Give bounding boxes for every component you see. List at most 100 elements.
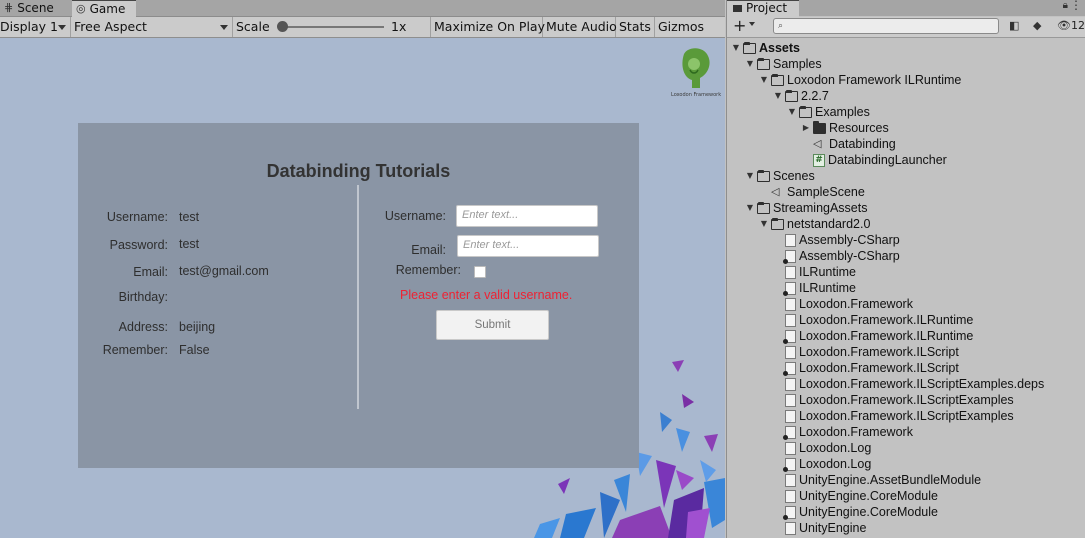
tree-item[interactable]: Loxodon.Framework.ILScriptExamples xyxy=(773,408,1014,424)
expand-arrow-icon[interactable]: ▼ xyxy=(731,40,741,56)
tree-item-label: Loxodon.Framework.ILScriptExamples xyxy=(799,409,1014,423)
tree-item[interactable]: Loxodon.Framework.ILRuntime xyxy=(773,328,973,344)
tree-item-label: UnityEngine.CoreModule xyxy=(799,505,938,519)
project-toolbar: + ⌕ ◧ ◆ 👁︎ 12 xyxy=(727,16,1085,38)
folder-open-icon xyxy=(757,169,770,182)
tree-item[interactable]: Loxodon.Framework.ILScriptExamples xyxy=(773,392,1014,408)
tree-item[interactable]: Loxodon.Framework xyxy=(773,296,913,312)
left-remember-label: Remember: xyxy=(102,343,168,357)
tree-item-label: Loxodon.Framework xyxy=(799,297,913,311)
tree-item[interactable]: ◁ SampleScene xyxy=(759,184,865,200)
tree-item[interactable]: Loxodon.Framework.ILRuntime xyxy=(773,312,973,328)
left-address-value: beijing xyxy=(179,320,216,334)
file-icon xyxy=(785,265,796,279)
validation-error: Please enter a valid username. xyxy=(400,288,573,302)
tree-item[interactable]: ▼ Examples xyxy=(787,104,870,120)
tree-item-label: StreamingAssets xyxy=(773,201,868,215)
binary-file-icon xyxy=(783,505,796,520)
tree-item[interactable]: UnityEngine.CoreModule xyxy=(773,504,938,520)
tree-item[interactable]: Loxodon.Log xyxy=(773,440,871,456)
form-remember-label: Remember: xyxy=(395,263,461,277)
tree-item[interactable]: ▼ StreamingAssets xyxy=(745,200,868,216)
file-icon xyxy=(785,233,796,247)
tree-item-label: Assembly-CSharp xyxy=(799,249,900,263)
tree-item[interactable]: ILRuntime xyxy=(773,280,856,296)
folder-open-icon xyxy=(771,73,784,86)
hidden-packages-icon[interactable]: 👁︎ xyxy=(1057,19,1071,32)
expand-arrow-icon[interactable]: ▼ xyxy=(745,200,755,216)
username-input[interactable]: Enter text... xyxy=(456,205,598,227)
tree-item-label: netstandard2.0 xyxy=(787,217,871,231)
tree-item[interactable]: ILRuntime xyxy=(773,264,856,280)
add-icon[interactable]: + xyxy=(733,16,746,35)
expand-arrow-icon[interactable]: ▼ xyxy=(745,168,755,184)
expand-arrow-icon[interactable]: ▼ xyxy=(787,104,797,120)
binary-file-icon xyxy=(783,361,796,376)
lock-icon[interactable]: 🔒︎ xyxy=(1063,0,1068,11)
tree-item[interactable]: Loxodon.Framework.ILScript xyxy=(773,360,959,376)
folder-open-icon xyxy=(757,201,770,214)
hidden-packages-count: 12 xyxy=(1071,19,1085,32)
tree-item[interactable]: Loxodon.Log xyxy=(773,456,871,472)
tree-item[interactable]: ◁ Databinding xyxy=(801,136,896,152)
filter-by-label-icon[interactable]: ◆ xyxy=(1033,19,1041,32)
file-icon xyxy=(785,521,796,535)
tree-item[interactable]: ▶ Resources xyxy=(801,120,889,136)
tab-project-label: Project xyxy=(746,1,788,15)
tree-item[interactable]: Loxodon.Framework xyxy=(773,424,913,440)
tree-item-label: Loxodon.Framework.ILScriptExamples xyxy=(799,393,1014,407)
project-search-input[interactable]: ⌕ xyxy=(773,18,999,34)
tree-item-label: Loxodon.Framework.ILRuntime xyxy=(799,313,974,327)
file-icon xyxy=(785,313,796,327)
left-password-value: test xyxy=(179,237,200,251)
panel-title: Databinding Tutorials xyxy=(266,161,451,181)
tree-item[interactable]: ▼ Assets xyxy=(731,40,800,56)
tree-item[interactable]: ▼ netstandard2.0 xyxy=(759,216,870,232)
tree-item-label: UnityEngine xyxy=(799,521,867,535)
chevron-down-icon[interactable] xyxy=(749,22,755,26)
tree-item[interactable]: Assembly-CSharp xyxy=(773,232,900,248)
left-email-value: test@gmail.com xyxy=(179,264,269,278)
tree-item[interactable]: UnityEngine.AssetBundleModule xyxy=(773,472,981,488)
folder-open-icon xyxy=(785,89,798,102)
tree-item-label: Examples xyxy=(815,105,870,119)
expand-arrow-icon[interactable]: ▼ xyxy=(773,88,783,104)
tree-item[interactable]: Loxodon.Framework.ILScript xyxy=(773,344,959,360)
expand-arrow-icon[interactable]: ▼ xyxy=(745,56,755,72)
more-options-icon[interactable]: ⋮ xyxy=(1070,0,1082,12)
tree-item-label: Resources xyxy=(829,121,889,135)
expand-arrow-icon[interactable]: ▼ xyxy=(759,216,769,232)
tree-item-label: Scenes xyxy=(773,169,815,183)
tree-item[interactable]: UnityEngine.CoreModule xyxy=(773,488,938,504)
binary-file-icon xyxy=(783,425,796,440)
left-username-label: Username: xyxy=(106,210,168,224)
tree-item[interactable]: ▼ 2.2.7 xyxy=(773,88,829,104)
tree-item[interactable]: ▼ Scenes xyxy=(745,168,815,184)
file-icon xyxy=(785,473,796,487)
binary-file-icon xyxy=(783,281,796,296)
left-remember-value: False xyxy=(179,343,210,357)
tree-item[interactable]: Loxodon.Framework.ILScriptExamples.deps xyxy=(773,376,1044,392)
tree-item-label: Loxodon.Framework.ILScriptExamples.deps xyxy=(799,377,1045,391)
tree-item[interactable]: UnityEngine xyxy=(773,520,866,536)
folder-icon xyxy=(733,5,742,12)
tab-project[interactable]: Project xyxy=(727,0,799,17)
collapse-arrow-icon[interactable]: ▶ xyxy=(801,120,811,136)
tree-item-label: Loxodon.Log xyxy=(799,457,872,471)
tree-item-label: UnityEngine.AssetBundleModule xyxy=(799,473,982,487)
tree-item-label: 2.2.7 xyxy=(801,89,829,103)
tree-item-label: Loxodon.Log xyxy=(799,441,872,455)
expand-arrow-icon[interactable]: ▼ xyxy=(759,72,769,88)
remember-checkbox[interactable] xyxy=(474,266,486,278)
tree-item[interactable]: ▼ Loxodon Framework ILRuntime xyxy=(759,72,961,88)
tree-item-label: Loxodon.Framework.ILScript xyxy=(799,345,959,359)
tree-item[interactable]: ▼ Samples xyxy=(745,56,822,72)
submit-button[interactable]: Submit xyxy=(436,310,549,340)
tree-item[interactable]: Assembly-CSharp xyxy=(773,248,900,264)
json-file-icon xyxy=(785,377,796,391)
file-icon xyxy=(785,409,796,423)
binary-file-icon xyxy=(783,249,796,264)
email-input[interactable]: Enter text... xyxy=(457,235,599,257)
tree-item[interactable]: # DatabindingLauncher xyxy=(801,152,947,168)
filter-by-type-icon[interactable]: ◧ xyxy=(1009,19,1019,32)
